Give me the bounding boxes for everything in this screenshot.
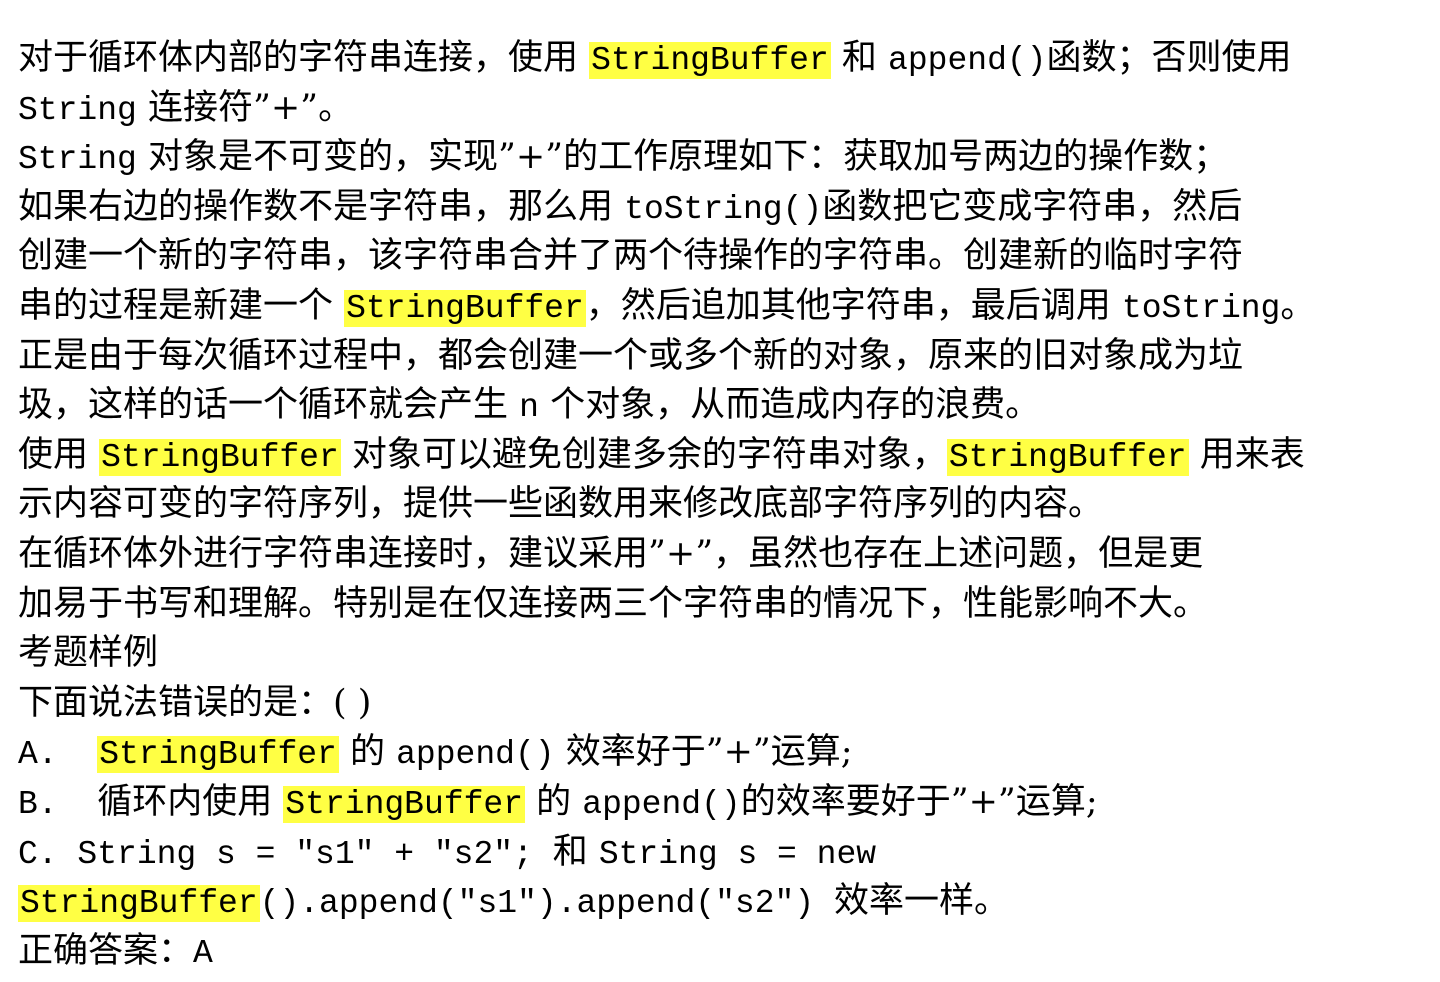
text-segment: 下面说法错误的是：( )	[18, 682, 372, 723]
text-segment: 考题样例	[18, 633, 159, 674]
text-segment: 和	[552, 831, 599, 872]
text-line-10: 示内容可变的字符序列，提供一些函数用来修改底部字符序列的内容。	[18, 480, 1428, 530]
code-text: String	[18, 91, 137, 129]
text-segment: 循环内使用	[97, 781, 284, 822]
text-segment: 个对象，从而造成内存的浪费。	[538, 385, 1041, 426]
highlighted-code: StringBuffer	[946, 438, 1189, 476]
text-line-7: 正是由于每次循环过程中，都会创建一个或多个新的对象，原来的旧对象成为垃	[18, 332, 1428, 382]
text-segment: 创建一个新的字符串，该字符串合并了两个待操作的字符串。创建新的临时字符	[18, 236, 1244, 277]
text-segment: 的	[525, 781, 583, 822]
text-line-19: 正确答案：A	[18, 927, 1428, 977]
text-segment: 在循环体外进行字符串连接时，建议采用”+”，虽然也存在上述问题，但是更	[18, 533, 1204, 574]
text-line-5: 创建一个新的字符串，该字符串合并了两个待操作的字符串。创建新的临时字符	[18, 232, 1428, 282]
text-segment: 示内容可变的字符序列，提供一些函数用来修改底部字符序列的内容。	[18, 484, 1104, 525]
text-segment: 使用	[18, 434, 100, 475]
highlighted-code: StringBuffer	[18, 885, 260, 923]
text-line-1: 对于循环体内部的字符串连接，使用 StringBuffer 和 append()…	[18, 34, 1428, 84]
text-segment: 如果右边的操作数不是字符串，那么用	[18, 186, 625, 227]
text-line-3: String 对象是不可变的，实现”+”的工作原理如下：获取加号两边的操作数；	[18, 133, 1428, 183]
highlighted-code: StringBuffer	[344, 289, 586, 327]
text-line-16: B. 循环内使用 StringBuffer 的 append()的效率要好于”+…	[18, 778, 1428, 828]
text-segment: 。	[1280, 285, 1316, 326]
highlighted-code: StringBuffer	[99, 438, 341, 476]
code-text: toString	[1121, 289, 1281, 327]
text-segment: 的	[338, 732, 397, 773]
text-line-15: A. StringBuffer 的 append() 效率好于”+”运算;	[18, 728, 1428, 778]
text-segment: 效率好于”+”运算;	[554, 732, 853, 773]
text-segment: 对象可以避免创建多余的字符串对象，	[340, 434, 947, 475]
text-line-14: 下面说法错误的是：( )	[18, 679, 1428, 729]
text-segment: 用来表	[1188, 434, 1305, 475]
code-text: B.	[18, 785, 98, 823]
text-segment: 正确答案：	[18, 930, 194, 971]
code-text: append()	[396, 736, 555, 774]
text-line-17: C. String s = "s1" + "s2"; 和 String s = …	[18, 828, 1428, 878]
text-line-18: StringBuffer().append("s1").append("s2")…	[18, 877, 1428, 927]
text-segment: 函数把它变成字符串，然后	[822, 186, 1243, 227]
highlighted-code: StringBuffer	[283, 785, 525, 823]
code-text: A	[193, 934, 213, 972]
code-text: String	[18, 141, 137, 179]
highlighted-code: StringBuffer	[97, 736, 339, 774]
code-text: ().append("s1").append("s2")	[259, 885, 834, 923]
text-line-8: 圾，这样的话一个循环就会产生 n 个对象，从而造成内存的浪费。	[18, 381, 1428, 431]
text-line-11: 在循环体外进行字符串连接时，建议采用”+”，虽然也存在上述问题，但是更	[18, 530, 1428, 580]
code-text: append()	[582, 785, 741, 823]
text-line-9: 使用 StringBuffer 对象可以避免创建多余的字符串对象，StringB…	[18, 431, 1428, 481]
code-text: append()	[888, 42, 1047, 79]
document-body: 对于循环体内部的字符串连接，使用 StringBuffer 和 append()…	[18, 34, 1428, 976]
text-segment: 加易于书写和理解。特别是在仅连接两三个字符串的情况下，性能影响不大。	[18, 583, 1209, 624]
text-segment: 圾，这样的话一个循环就会产生	[18, 385, 520, 426]
text-segment: 函数；否则使用	[1046, 38, 1292, 78]
text-segment: 效率一样。	[833, 881, 1009, 922]
code-text: toString()	[624, 190, 823, 228]
text-line-13: 考题样例	[18, 629, 1428, 679]
text-line-4: 如果右边的操作数不是字符串，那么用 toString()函数把它变成字符串，然后	[18, 183, 1428, 233]
text-segment: 正是由于每次循环过程中，都会创建一个或多个新的对象，原来的旧对象成为垃	[18, 335, 1244, 376]
code-text: String s = new	[598, 835, 877, 873]
text-segment: 和	[830, 38, 889, 78]
text-line-12: 加易于书写和理解。特别是在仅连接两三个字符串的情况下，性能影响不大。	[18, 580, 1428, 630]
code-text: n	[519, 389, 539, 427]
text-line-2: String 连接符”+”。	[18, 84, 1428, 134]
text-segment: 连接符”+”。	[136, 87, 354, 128]
text-segment: ，然后追加其他字符串，最后调用	[585, 285, 1122, 326]
text-segment: 对于循环体内部的字符串连接，使用	[18, 38, 590, 78]
code-text: A.	[18, 736, 98, 774]
text-line-6: 串的过程是新建一个 StringBuffer，然后追加其他字符串，最后调用 to…	[18, 282, 1428, 332]
text-segment: 的效率要好于”+”运算;	[740, 781, 1098, 822]
text-segment: 对象是不可变的，实现”+”的工作原理如下：获取加号两边的操作数；	[136, 137, 1229, 178]
text-segment: 串的过程是新建一个	[18, 285, 345, 326]
highlighted-code: StringBuffer	[589, 42, 831, 79]
code-text: C. String s = "s1" + "s2";	[18, 835, 553, 873]
